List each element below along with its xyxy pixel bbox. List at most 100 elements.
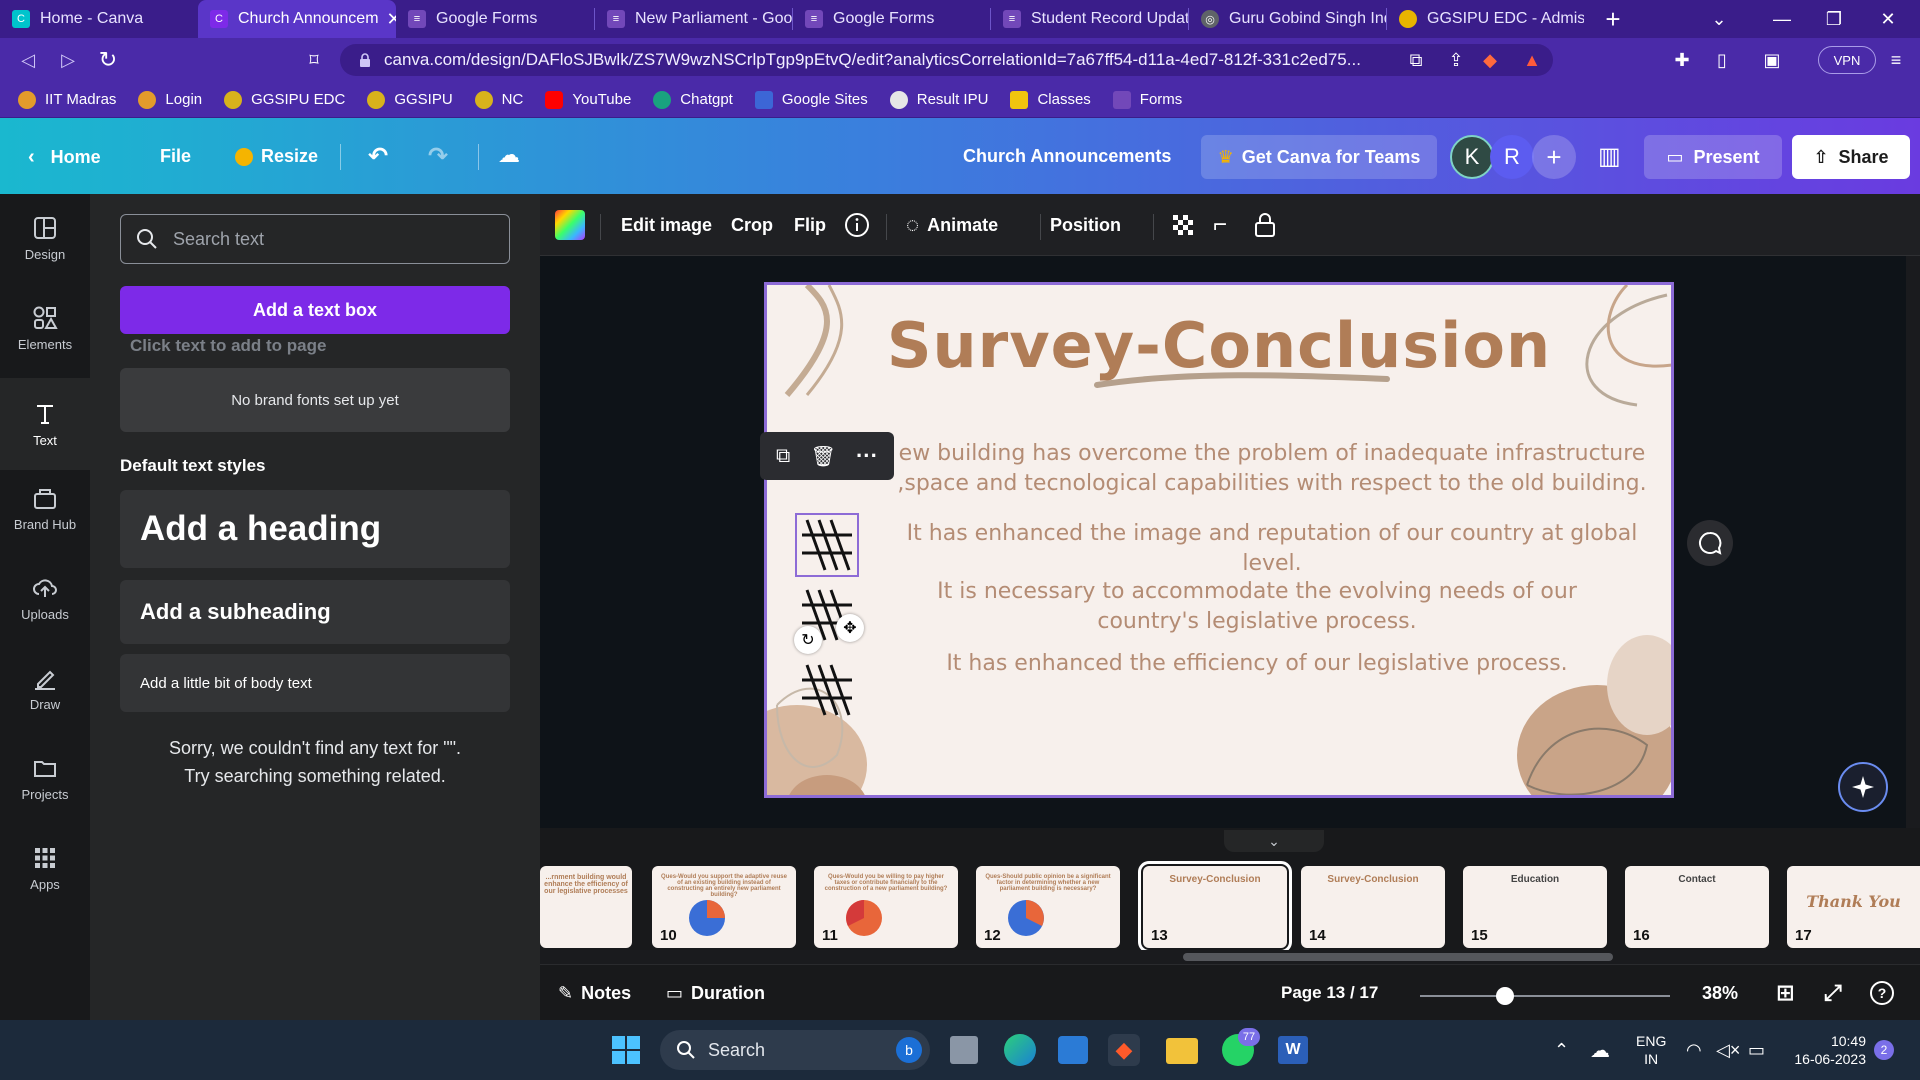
close-tab-icon[interactable]: ✕ <box>387 9 396 30</box>
add-body-text-card[interactable]: Add a little bit of body text <box>120 654 510 712</box>
sidebar-icon[interactable]: ▯ <box>1702 38 1742 82</box>
lock-element-icon[interactable] <box>1253 194 1277 256</box>
position-button[interactable]: Position <box>1050 194 1121 256</box>
page-thumbnail-12[interactable]: Ques-Should public opinion be a signific… <box>976 866 1120 948</box>
fullscreen-icon[interactable]: ⤢ <box>1824 965 1842 1021</box>
add-heading-card[interactable]: Add a heading <box>120 490 510 568</box>
bookmark-google-sites[interactable]: Google Sites <box>754 90 868 109</box>
avatar-r[interactable]: R <box>1490 135 1534 179</box>
zoom-slider[interactable] <box>1420 995 1670 997</box>
page-thumbnail-13[interactable]: Survey-Conclusion 13 <box>1138 861 1292 953</box>
language-indicator[interactable]: ENG IN <box>1636 1020 1666 1080</box>
battery-icon[interactable]: ▭ <box>1748 1020 1765 1080</box>
duplicate-icon[interactable]: ⧉ <box>776 445 790 468</box>
rail-text[interactable]: Text <box>0 378 90 470</box>
cloud-save-icon[interactable]: ☁ <box>498 142 520 168</box>
grid-view-icon[interactable]: ⊞ <box>1776 965 1794 1021</box>
horizontal-scrollbar[interactable] <box>540 950 1920 964</box>
rail-uploads[interactable]: Uploads <box>0 558 90 638</box>
page-indicator[interactable]: Page 13 / 17 <box>1281 965 1378 1021</box>
slide-title[interactable]: Survey-Conclusion <box>767 309 1671 382</box>
add-subheading-card[interactable]: Add a subheading <box>120 580 510 644</box>
document-title[interactable]: Church Announcements <box>963 146 1171 167</box>
minimize-button[interactable]: — <box>1755 0 1809 38</box>
bookmark-youtube[interactable]: YouTube <box>545 90 631 109</box>
forward-icon[interactable]: ▷ <box>48 38 88 82</box>
word-icon[interactable]: W <box>1278 1036 1308 1064</box>
home-button[interactable]: ‹ Home <box>28 146 101 169</box>
reload-icon[interactable]: ↻ <box>88 38 128 82</box>
brand-fonts-box[interactable]: No brand fonts set up yet <box>120 368 510 432</box>
clock[interactable]: 10:49 16-06-2023 <box>1786 1020 1866 1080</box>
rail-design[interactable]: Design <box>0 198 90 278</box>
info-icon[interactable] <box>844 194 870 256</box>
close-window-button[interactable]: ✕ <box>1861 0 1915 38</box>
page-thumbnail-15[interactable]: Education 15 <box>1463 866 1607 948</box>
page-thumbnail-11[interactable]: Ques-Would you be willing to pay higher … <box>814 866 958 948</box>
bookmark-ggsipu-edc[interactable]: GGSIPU EDC <box>224 90 345 109</box>
task-view-icon[interactable] <box>950 1036 978 1064</box>
windows-start-icon[interactable] <box>612 1036 640 1064</box>
brave-shield-icon[interactable]: ◆ <box>1470 38 1510 82</box>
rotate-handle-icon[interactable]: ↻ <box>794 626 822 654</box>
slide-point-1[interactable]: ew building has overcome the problem of … <box>887 439 1657 499</box>
rail-apps[interactable]: Apps <box>0 828 90 908</box>
slide-point-4[interactable]: It has enhanced the efficiency of our le… <box>897 649 1617 679</box>
tab-list-icon[interactable]: ⌄ <box>1692 0 1746 38</box>
tab-google-forms[interactable]: ≡ Google Forms <box>396 0 594 38</box>
scrollbar-thumb[interactable] <box>1183 953 1613 961</box>
bookmark-iit-madras[interactable]: IIT Madras <box>18 90 116 109</box>
trash-icon[interactable]: 🗑 <box>810 444 835 469</box>
edge-icon[interactable] <box>1004 1034 1036 1066</box>
magic-assistant-button[interactable] <box>1838 762 1888 812</box>
onedrive-icon[interactable]: ☁ <box>1590 1020 1610 1080</box>
rail-projects[interactable]: Projects <box>0 738 90 818</box>
move-handle-icon[interactable]: ✥ <box>836 614 864 642</box>
page-thumbnail-10[interactable]: Ques-Would you support the adaptive reus… <box>652 866 796 948</box>
file-menu[interactable]: File <box>160 146 191 167</box>
slide-point-2[interactable]: It has enhanced the image and reputation… <box>887 519 1657 579</box>
tally-mark[interactable] <box>797 660 857 720</box>
resize-button[interactable]: Resize <box>235 146 318 167</box>
tab-new-parliament[interactable]: ≡ New Parliament - Goo <box>595 0 792 38</box>
tab-ggsipu-edc[interactable]: GGSIPU EDC - Admissi <box>1387 0 1584 38</box>
rail-brand-hub[interactable]: Brand Hub <box>0 468 90 548</box>
help-button[interactable]: ? <box>1870 965 1894 1021</box>
analytics-icon[interactable]: ▥ <box>1598 142 1621 171</box>
restore-button[interactable]: ❐ <box>1807 0 1861 38</box>
avatar-k[interactable]: K <box>1450 135 1494 179</box>
tab-church-announcements[interactable]: C Church Announcem ✕ <box>198 0 396 38</box>
bookmark-result-ipu[interactable]: Result IPU <box>889 90 988 109</box>
back-icon[interactable]: ◁ <box>8 38 48 82</box>
tab-google-forms-2[interactable]: ≡ Google Forms <box>793 0 990 38</box>
rail-elements[interactable]: Elements <box>0 288 90 368</box>
add-collaborator-button[interactable]: + <box>1532 135 1576 179</box>
collapse-filmstrip-handle[interactable]: ⌄ <box>1224 830 1324 852</box>
wallet-icon[interactable]: ▣ <box>1752 38 1792 82</box>
store-icon[interactable] <box>1058 1036 1088 1064</box>
notes-button[interactable]: ✎ Notes <box>558 965 631 1021</box>
edit-image-button[interactable]: Edit image <box>621 194 712 256</box>
slide-13[interactable]: Survey-Conclusion ew building has overco… <box>764 282 1674 798</box>
crop-button[interactable]: Crop <box>731 194 773 256</box>
new-tab-button[interactable]: + <box>1586 0 1640 38</box>
bookmark-chatgpt[interactable]: Chatgpt <box>653 90 733 109</box>
whatsapp-icon[interactable]: 77 <box>1222 1028 1260 1066</box>
share-button[interactable]: ⇧ Share <box>1792 135 1910 179</box>
get-canva-teams-button[interactable]: ♛ Get Canva for Teams <box>1201 135 1437 179</box>
brave-rewards-icon[interactable]: ▲ <box>1512 38 1552 82</box>
more-options-icon[interactable]: ··· <box>856 443 878 469</box>
add-comment-button[interactable] <box>1687 520 1733 566</box>
bookmark-classes[interactable]: Classes <box>1010 90 1091 109</box>
rail-draw[interactable]: Draw <box>0 648 90 728</box>
tab-student-record[interactable]: ≡ Student Record Updat <box>991 0 1188 38</box>
bookmark-login[interactable]: Login <box>138 90 202 109</box>
taskbar-search[interactable]: Search b <box>660 1030 930 1070</box>
zoom-slider-handle[interactable] <box>1496 987 1514 1005</box>
color-swatch-button[interactable] <box>555 194 585 256</box>
add-text-box-button[interactable]: Add a text box <box>120 286 510 334</box>
search-input[interactable]: Search text <box>120 214 510 264</box>
tab-home-canva[interactable]: C Home - Canva <box>0 0 198 38</box>
tray-overflow-icon[interactable]: ⌃ <box>1554 1020 1569 1080</box>
bookmark-forms[interactable]: Forms <box>1112 90 1182 109</box>
